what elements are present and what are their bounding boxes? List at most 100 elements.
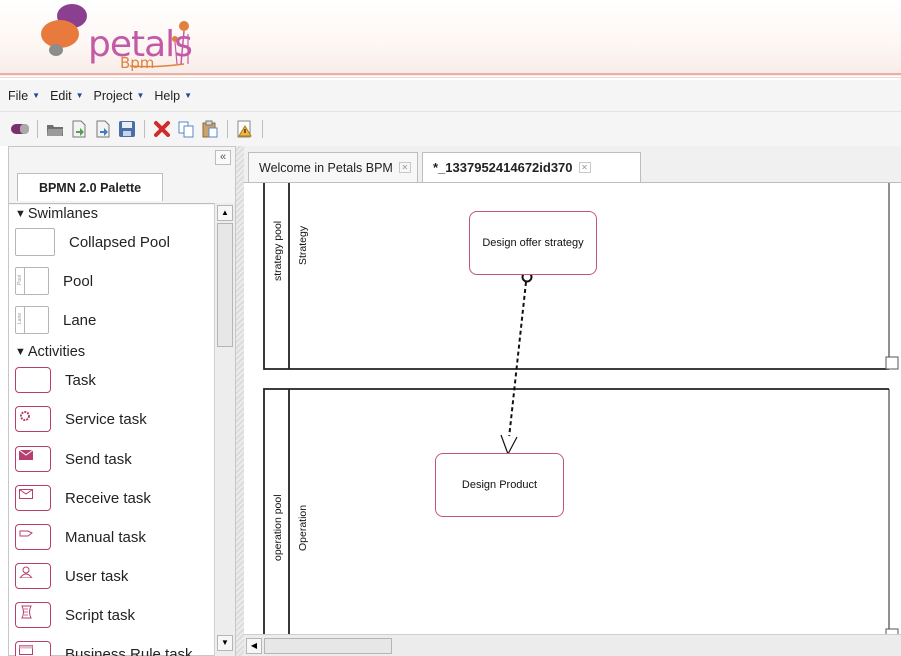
palette-list: ▼ Swimlanes Collapsed Pool Pool Pool Lan… <box>9 203 214 656</box>
receive-task-icon <box>15 485 51 511</box>
scrollbar-thumb[interactable] <box>217 223 233 347</box>
palette-panel: « BPMN 2.0 Palette ▼ Swimlanes Collapsed… <box>8 146 236 656</box>
export-button[interactable] <box>93 119 113 139</box>
export-icon <box>96 120 110 138</box>
palette-item-label: Send task <box>65 450 132 468</box>
palette-scrollbar[interactable]: ▲ ▼ <box>214 203 235 656</box>
copy-button[interactable] <box>176 119 196 139</box>
paste-button[interactable] <box>200 119 220 139</box>
validate-warning-icon <box>237 120 252 138</box>
menu-help[interactable]: Help ▼ <box>154 89 192 103</box>
tab-diagram-label: *_1337952414672id370 <box>433 160 573 175</box>
chevron-down-icon: ▼ <box>136 91 145 100</box>
palette-item-user-task[interactable]: User task <box>15 561 128 591</box>
tab-bpmn-palette[interactable]: BPMN 2.0 Palette <box>17 173 163 201</box>
menu-help-label: Help <box>154 88 181 103</box>
pool-label-operation: operation pool <box>272 494 284 561</box>
petals-bpm-logo: petals Bpm <box>34 4 204 74</box>
menu-bar: File ▼ Edit ▼ Project ▼ Help ▼ <box>0 80 901 112</box>
palette-item-label: Collapsed Pool <box>69 233 170 251</box>
palette-item-label: Service task <box>65 410 147 428</box>
lane-icon-text: Lane <box>17 312 23 324</box>
save-icon <box>119 121 135 137</box>
category-swimlanes-label: Swimlanes <box>27 206 98 222</box>
triangle-down-icon: ▼ <box>15 208 26 220</box>
close-icon[interactable]: ✕ <box>578 162 591 173</box>
menu-edit-label: Edit <box>50 88 72 103</box>
palette-item-manual-task[interactable]: Manual task <box>15 522 146 552</box>
tab-welcome[interactable]: Welcome in Petals BPM ✕ <box>248 152 418 182</box>
scroll-up-icon[interactable]: ▲ <box>217 205 233 221</box>
editor-tab-bar: Welcome in Petals BPM ✕ *_1337952414672i… <box>244 146 901 182</box>
message-flow-line <box>508 281 527 439</box>
header-divider <box>0 73 901 75</box>
menu-edit[interactable]: Edit ▼ <box>50 89 83 103</box>
category-activities-label: Activities <box>27 344 86 360</box>
toolbar-separator <box>262 120 263 138</box>
copy-icon <box>178 121 194 138</box>
lane-label-strategy: Strategy <box>297 225 309 265</box>
toolbar <box>0 112 901 146</box>
new-process-button[interactable] <box>10 119 30 139</box>
header-divider-thin <box>0 77 901 78</box>
menu-file-label: File <box>8 88 29 103</box>
operation-pool-border <box>263 388 889 634</box>
tab-welcome-label: Welcome in Petals BPM <box>259 160 393 175</box>
message-flow-arrowhead <box>500 434 518 456</box>
task-label: Design Product <box>461 479 538 491</box>
palette-item-label: Task <box>65 371 96 389</box>
palette-item-label: Receive task <box>65 489 151 507</box>
new-process-icon <box>11 124 29 134</box>
palette-item-receive-task[interactable]: Receive task <box>15 483 151 513</box>
palette-item-business-rule-task[interactable]: Business Rule task <box>15 639 193 656</box>
pool-icon: Pool <box>15 267 49 295</box>
palette-item-pool[interactable]: Pool Pool <box>15 266 93 296</box>
tab-diagram[interactable]: *_1337952414672id370 ✕ <box>422 152 641 182</box>
menu-project[interactable]: Project ▼ <box>94 89 145 103</box>
toolbar-separator <box>144 120 145 138</box>
triangle-down-icon: ▼ <box>15 346 26 358</box>
palette-item-task[interactable]: Task <box>15 365 96 395</box>
app-header: petals Bpm <box>0 0 901 78</box>
panel-splitter[interactable] <box>236 146 244 656</box>
scroll-down-icon[interactable]: ▼ <box>217 635 233 651</box>
close-icon[interactable]: ✕ <box>398 162 411 173</box>
palette-item-send-task[interactable]: Send task <box>15 444 132 474</box>
canvas-horizontal-scrollbar[interactable]: ◀ <box>244 634 901 656</box>
menu-file[interactable]: File ▼ <box>8 89 40 103</box>
import-icon <box>72 120 86 138</box>
pool-icon-text: Pool <box>17 274 23 285</box>
palette-item-label: Lane <box>63 311 97 329</box>
scrollbar-thumb[interactable] <box>264 638 392 654</box>
validate-button[interactable] <box>235 119 255 139</box>
palette-header: « BPMN 2.0 Palette <box>9 147 235 205</box>
import-button[interactable] <box>69 119 89 139</box>
manual-task-icon <box>15 524 51 550</box>
delete-icon <box>154 121 170 137</box>
toolbar-separator <box>227 120 228 138</box>
palette-item-label: Manual task <box>65 528 146 546</box>
task-label: Design offer strategy <box>482 237 584 249</box>
task-design-product[interactable]: Design Product <box>435 453 564 517</box>
collapse-palette-button[interactable]: « <box>215 150 231 165</box>
save-button[interactable] <box>117 119 137 139</box>
palette-item-label: Pool <box>63 272 94 290</box>
scroll-left-icon[interactable]: ◀ <box>246 638 262 654</box>
category-swimlanes[interactable]: ▼ Swimlanes <box>15 206 98 222</box>
open-button[interactable] <box>45 119 65 139</box>
send-task-icon <box>15 446 51 472</box>
category-activities[interactable]: ▼ Activities <box>15 344 85 360</box>
palette-item-label: Business Rule task <box>65 645 193 656</box>
palette-item-script-task[interactable]: Script task <box>15 600 135 630</box>
palette-item-label: Script task <box>65 606 136 624</box>
diagram-canvas[interactable]: strategy pool Strategy operation pool Op… <box>244 182 901 634</box>
toolbar-separator <box>37 120 38 138</box>
lane-icon: Lane <box>15 306 49 334</box>
delete-button[interactable] <box>152 119 172 139</box>
service-task-icon <box>15 406 51 432</box>
palette-item-service-task[interactable]: Service task <box>15 404 147 434</box>
task-icon <box>15 367 51 393</box>
palette-item-collapsed-pool[interactable]: Collapsed Pool <box>15 227 170 257</box>
palette-item-lane[interactable]: Lane Lane <box>15 305 96 335</box>
task-design-offer-strategy[interactable]: Design offer strategy <box>469 211 597 275</box>
